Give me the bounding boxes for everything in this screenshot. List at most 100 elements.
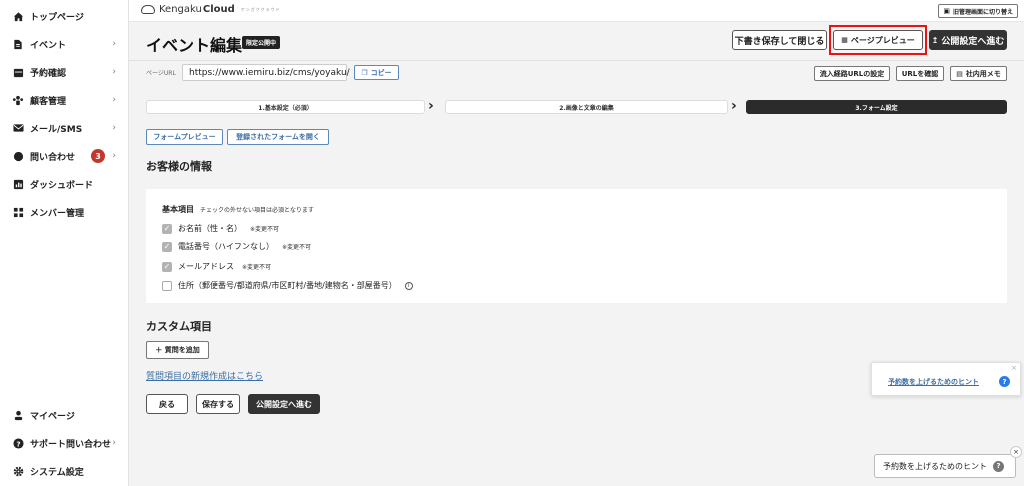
checkbox-phone[interactable]: ✓ [162, 241, 172, 252]
sidebar-item-label: 顧客管理 [30, 96, 67, 107]
add-question-button[interactable]: ＋ 質問を追加 [146, 341, 209, 359]
sidebar-item-label: トップページ [30, 12, 84, 23]
sidebar-item-reservations[interactable]: 予約確認 › [0, 62, 129, 82]
logo-subtitle: ケンガククラウド [240, 6, 281, 12]
sidebar-item-label: 予約確認 [30, 68, 67, 79]
field-row-address: 住所（郵便番号/都道府県/市区町村/番地/建物名・部屋番号） i [162, 280, 413, 291]
internal-memo-button[interactable]: ▤ 社内用メモ [950, 66, 1007, 81]
switch-old-admin-button[interactable]: ▣ 旧管理画面に切り替え [938, 4, 1018, 18]
sidebar-item-top-page[interactable]: トップページ [0, 6, 129, 26]
basic-fields-heading: 基本項目 チェックの外せない項目は必須となります [162, 204, 314, 215]
chevron-right-icon: › [112, 39, 116, 49]
copy-icon: ❐ [361, 68, 368, 77]
sidebar-item-mail-sms[interactable]: メール/SMS › [0, 118, 129, 138]
save-draft-button[interactable]: 下書き保存して閉じる [732, 30, 827, 50]
step-form-settings[interactable]: 3.フォーム設定 [746, 100, 1007, 114]
chevron-right-icon: › [112, 123, 116, 133]
sidebar-item-label: システム設定 [30, 467, 84, 478]
page-preview-label: ページプレビュー [850, 35, 915, 45]
custom-fields-title: カスタム項目 [146, 320, 212, 333]
check-url-button[interactable]: URLを確認 [896, 66, 944, 81]
chevron-right-icon: › [112, 151, 116, 161]
calendar-icon [12, 66, 24, 78]
chart-icon [12, 178, 24, 190]
hint-link[interactable]: 予約数を上げるためのヒント [888, 377, 979, 387]
inflow-url-settings-button[interactable]: 流入経路URLの設定 [814, 66, 890, 81]
page-preview-button[interactable]: ▦ ページプレビュー [833, 30, 923, 50]
checkbox-email[interactable]: ✓ [162, 261, 172, 272]
notification-badge: 3 [91, 149, 105, 163]
sidebar-item-label: メール/SMS [30, 124, 83, 135]
mail-icon [12, 122, 24, 134]
open-registered-form-button[interactable]: 登録されたフォームを開く [227, 129, 329, 145]
field-label: メールアドレス [178, 262, 234, 271]
cloud-logo-icon [141, 5, 155, 14]
switch-old-admin-label: 旧管理画面に切り替え [952, 8, 1013, 16]
field-row-phone: ✓ 電話番号（ハイフンなし） ※変更不可 [162, 241, 311, 252]
help-icon: ? [12, 437, 24, 449]
field-note: ※変更不可 [242, 264, 272, 271]
page-url-label: ページURL [146, 70, 176, 77]
field-note: ※変更不可 [282, 244, 312, 251]
top-bar: Kengaku Cloud ケンガククラウド ▣ 旧管理画面に切り替え [129, 0, 1024, 22]
field-label: お名前（性・名） [178, 224, 242, 233]
proceed-publish-button[interactable]: 公開設定へ進む [248, 394, 320, 414]
sidebar-item-support[interactable]: ? サポート問い合わせ › [0, 433, 129, 453]
checkbox-address[interactable] [162, 280, 172, 291]
upload-icon: ↥ [931, 35, 939, 45]
sidebar-item-label: ダッシュボード [30, 180, 94, 191]
basic-fields-card: 基本項目 チェックの外せない項目は必須となります ✓ お名前（性・名） ※変更不可… [146, 189, 1007, 303]
chevron-right-icon: › [731, 98, 737, 114]
info-icon[interactable]: i [404, 281, 413, 290]
back-button[interactable]: 戻る [146, 394, 188, 414]
form-preview-button[interactable]: フォームプレビュー [146, 129, 223, 145]
sidebar-item-members[interactable]: メンバー管理 [0, 202, 129, 222]
chevron-right-icon: › [112, 95, 116, 105]
sidebar-item-label: マイページ [30, 411, 75, 422]
status-badge: 限定公開中 [242, 36, 281, 49]
step-images-text[interactable]: 2.画像と文章の編集 [445, 100, 728, 114]
close-icon[interactable]: × [1010, 446, 1022, 458]
sidebar-item-label: メンバー管理 [30, 208, 85, 219]
grid-icon [12, 206, 24, 218]
question-icon: ? [993, 460, 1004, 472]
question-icon: ? [999, 376, 1010, 387]
hint-popup: × 予約数を上げるためのヒント ? [871, 362, 1021, 396]
sidebar-item-inquiries[interactable]: 問い合わせ 3 › [0, 146, 129, 166]
field-label: 電話番号（ハイフンなし） [178, 242, 274, 251]
step-basic-settings[interactable]: 1.基本設定（必須） [146, 100, 425, 114]
sidebar-item-event[interactable]: イベント › [0, 34, 129, 54]
copy-url-button[interactable]: ❐ コピー [354, 65, 399, 80]
sidebar-item-dashboard[interactable]: ダッシュボード [0, 174, 129, 194]
sidebar-item-system-settings[interactable]: システム設定 [0, 461, 129, 481]
save-button[interactable]: 保存する [196, 394, 240, 414]
new-question-link[interactable]: 質問項目の新規作成はこちら [146, 369, 263, 382]
checkbox-name[interactable]: ✓ [162, 223, 172, 234]
chevron-right-icon: › [112, 67, 116, 77]
customer-info-title: お客様の情報 [146, 160, 212, 173]
page-url-field[interactable]: https://www.iemiru.biz/cms/yoyaku/ [182, 64, 350, 81]
svg-text:?: ? [16, 439, 20, 448]
monitor-icon: ▣ [943, 7, 950, 15]
app-logo: Kengaku Cloud ケンガククラウド [141, 4, 281, 15]
copy-url-label: コピー [370, 68, 392, 77]
hint-button-label: 予約数を上げるためのヒント [883, 461, 987, 471]
page-title: イベント編集 [146, 36, 243, 55]
sidebar-item-customers[interactable]: 顧客管理 › [0, 90, 129, 110]
preview-icon: ▦ [841, 36, 848, 44]
gear-icon [12, 465, 24, 477]
sidebar-item-label: サポート問い合わせ [30, 439, 112, 450]
field-row-email: ✓ メールアドレス ※変更不可 [162, 261, 271, 272]
hint-button[interactable]: 予約数を上げるためのヒント ? [874, 454, 1016, 478]
header-divider [129, 60, 1024, 61]
basic-fields-title: 基本項目 [162, 205, 194, 214]
close-icon[interactable]: × [1011, 364, 1017, 372]
chevron-right-icon: › [428, 98, 434, 114]
publish-settings-button[interactable]: ↥ 公開設定へ進む [929, 30, 1007, 50]
sidebar-item-label: 問い合わせ [30, 152, 76, 163]
internal-memo-label: 社内用メモ [965, 69, 1001, 78]
chevron-right-icon: › [112, 438, 116, 448]
users-icon [12, 94, 24, 106]
publish-settings-label: 公開設定へ進む [941, 36, 1005, 47]
sidebar-item-mypage[interactable]: マイページ [0, 405, 129, 425]
